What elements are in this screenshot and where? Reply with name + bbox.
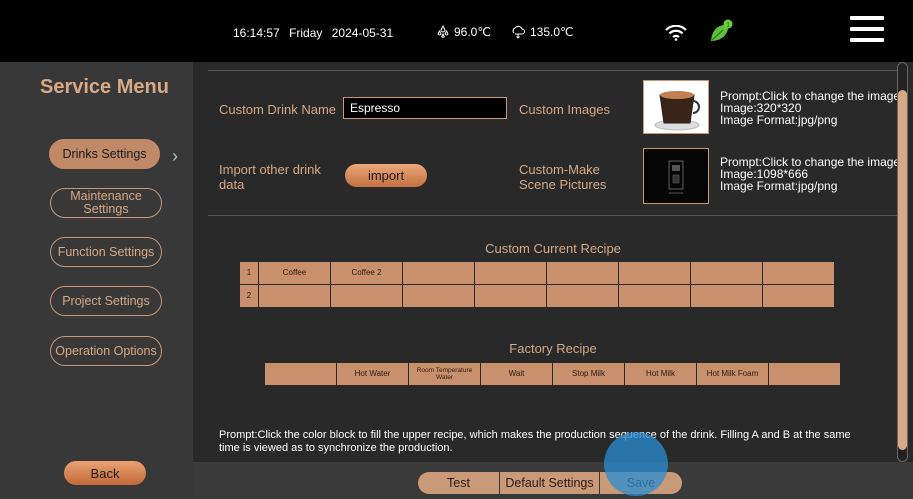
factory-step-stop-milk[interactable]: Stop Milk [553, 363, 624, 385]
factory-recipe-title: Factory Recipe [509, 341, 597, 356]
custom-recipe-title: Custom Current Recipe [485, 241, 621, 256]
scrollbar-thumb[interactable] [898, 90, 907, 450]
clock: 16:14:57 Friday 2024-05-31 [233, 26, 399, 40]
day: Friday [289, 26, 323, 40]
steam-temp: 135.0℃ [510, 25, 574, 39]
sidebar-item-maintenance-settings[interactable]: Maintenance Settings [50, 188, 162, 218]
scene-hint: Prompt:Click to change the image Image:1… [720, 156, 900, 192]
default-settings-button[interactable]: Default Settings [500, 472, 600, 494]
sidebar-item-project-settings[interactable]: Project Settings [50, 286, 162, 316]
sidebar: Service Menu Drinks Settings › Maintenan… [0, 62, 193, 499]
factory-step-hot-water[interactable]: Hot Water [337, 363, 408, 385]
factory-step-wait[interactable]: Wait [481, 363, 552, 385]
recipe-cell[interactable] [475, 285, 546, 307]
divider [208, 70, 898, 71]
row-number: 2 [240, 285, 258, 307]
table-row: 1 Coffee Coffee 2 [240, 262, 834, 284]
factory-step-hot-milk-foam[interactable]: Hot Milk Foam [697, 363, 768, 385]
recipe-cell[interactable] [763, 285, 834, 307]
factory-step-room-temperature-water[interactable]: Room Temperature Water [409, 363, 480, 385]
recipe-cell[interactable] [619, 262, 690, 284]
wifi-icon [665, 25, 687, 41]
leaf-eco-icon: 1 [711, 19, 733, 41]
action-bar: Test Default Settings Save [193, 462, 913, 499]
test-button[interactable]: Test [418, 472, 500, 494]
save-button[interactable]: Save [600, 472, 682, 494]
scene-hint-line3: Image Format:jpg/png [720, 179, 838, 193]
recipe-cell[interactable] [331, 285, 402, 307]
divider [208, 215, 898, 216]
time: 16:14:57 [233, 26, 280, 40]
sidebar-item-function-settings[interactable]: Function Settings [50, 237, 162, 267]
recipe-cell[interactable] [259, 285, 330, 307]
recipe-cell[interactable]: Coffee 2 [331, 262, 402, 284]
recipe-cell[interactable] [547, 262, 618, 284]
custom-recipe-table: 1 Coffee Coffee 2 2 [239, 261, 835, 308]
chevron-right-icon: › [172, 146, 178, 166]
date: 2024-05-31 [331, 26, 394, 40]
drinks-settings-panel: Custom Drink Name Espresso Custom Images… [193, 62, 913, 462]
scene-machine-image [644, 149, 708, 203]
water-temp: 96.0℃ [436, 25, 491, 39]
images-hint-line3: Image Format:jpg/png [720, 113, 838, 127]
recipe-cell[interactable] [619, 285, 690, 307]
factory-recipe-table: Hot Water Room Temperature Water Wait St… [264, 362, 841, 386]
recipe-cell[interactable]: Coffee [259, 262, 330, 284]
custom-images-label: Custom Images [519, 102, 611, 117]
custom-image-thumbnail[interactable] [643, 80, 709, 134]
sidebar-item-operation-options[interactable]: Operation Options [50, 336, 162, 366]
scene-picture-thumbnail[interactable] [643, 148, 709, 204]
import-button[interactable]: import [345, 164, 427, 187]
hamburger-menu-icon[interactable] [850, 16, 884, 46]
table-row: 2 [240, 285, 834, 307]
recipe-cell[interactable] [691, 262, 762, 284]
espresso-cup-image [644, 81, 708, 133]
images-hint: Prompt:Click to change the image Image:3… [720, 90, 900, 126]
steam-cloud-icon [512, 25, 525, 39]
back-button[interactable]: Back [64, 461, 146, 485]
factory-step-blank[interactable] [265, 363, 336, 385]
table-row: Hot Water Room Temperature Water Wait St… [265, 363, 840, 385]
steam-temp-value: 135.0℃ [530, 25, 574, 39]
recipe-cell[interactable] [403, 262, 474, 284]
leaf-badge-number: 1 [726, 22, 730, 29]
drink-name-input[interactable]: Espresso [343, 97, 507, 119]
import-drink-label: Import other drink data [219, 162, 321, 192]
recipe-cell[interactable] [475, 262, 546, 284]
action-button-group: Test Default Settings Save [418, 472, 682, 494]
water-temp-value: 96.0℃ [454, 25, 491, 39]
recipe-cell[interactable] [547, 285, 618, 307]
recipe-cell[interactable] [763, 262, 834, 284]
water-drops-icon [437, 25, 449, 38]
drink-name-label: Custom Drink Name [219, 102, 337, 117]
factory-step-hot-milk[interactable]: Hot Milk [625, 363, 696, 385]
sidebar-title: Service Menu [40, 76, 169, 98]
recipe-cell[interactable] [403, 285, 474, 307]
sidebar-item-drinks-settings[interactable]: Drinks Settings [49, 139, 160, 169]
recipe-cell[interactable] [691, 285, 762, 307]
status-bar: 16:14:57 Friday 2024-05-31 96.0℃ 135.0℃ … [0, 0, 913, 62]
row-number: 1 [240, 262, 258, 284]
recipe-prompt: Prompt:Click the color block to fill the… [219, 429, 851, 454]
factory-step-blank-end[interactable] [769, 363, 840, 385]
scene-pictures-label: Custom-Make Scene Pictures [519, 162, 607, 192]
